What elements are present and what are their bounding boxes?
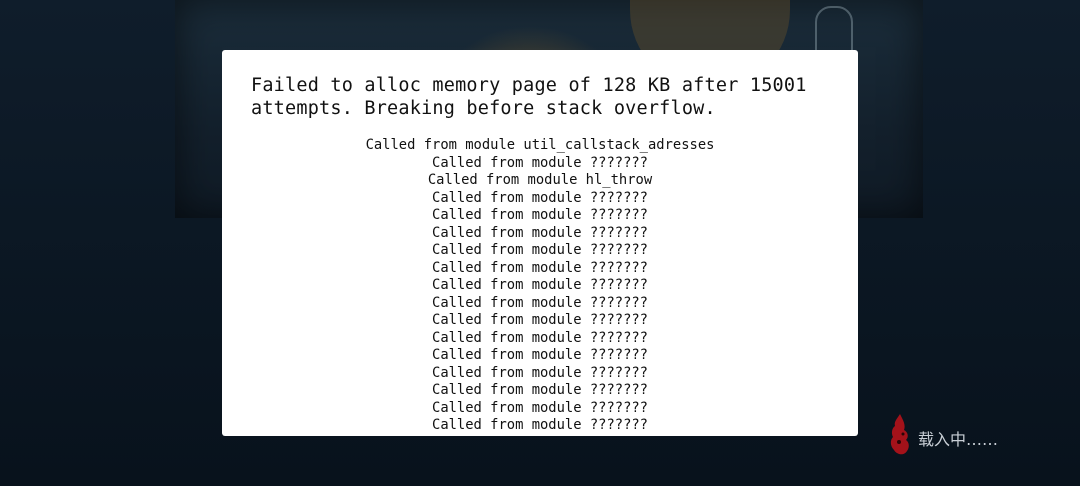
loading-text: 载入中…… <box>918 430 999 449</box>
stack-trace-line: Called from module ??????? <box>432 242 648 258</box>
stack-trace-line: Called from module ??????? <box>432 347 648 363</box>
stack-trace-line: Called from module ??????? <box>432 277 648 293</box>
flame-icon <box>890 414 909 455</box>
error-message: Failed to alloc memory page of 128 KB af… <box>251 75 807 119</box>
stack-trace-line: Called from module ??????? <box>432 312 648 328</box>
stack-trace-line: Called from module ??????? <box>432 294 648 311</box>
stack-trace-line: Called from module ??????? <box>432 382 648 398</box>
stack-trace-line: Called from module ??????? <box>432 417 648 433</box>
stack-trace-line: Called from module ??????? <box>432 207 648 223</box>
error-dialog: Failed to alloc memory page of 128 KB af… <box>222 50 858 436</box>
stack-trace-line: Called from module ??????? <box>432 224 648 241</box>
stack-trace-line: Called from module ??????? <box>432 329 648 346</box>
scene-lantern <box>815 6 853 54</box>
stack-trace-list: Called from module util_callstack_adress… <box>222 137 858 435</box>
stack-trace-line: Called from module ??????? <box>432 154 648 171</box>
stack-trace-line: Called from module ??????? <box>432 259 648 276</box>
stack-trace-line: Called from module hl_throw <box>427 172 653 188</box>
stack-trace-line: Called from module ??????? <box>432 399 648 416</box>
loading-indicator: 载入中…… <box>888 412 1028 458</box>
stack-trace-line: Called from module ??????? <box>432 189 648 206</box>
stack-trace-line: Called from module util_callstack_adress… <box>365 137 715 153</box>
stack-trace-line: Called from module ??????? <box>432 364 648 381</box>
